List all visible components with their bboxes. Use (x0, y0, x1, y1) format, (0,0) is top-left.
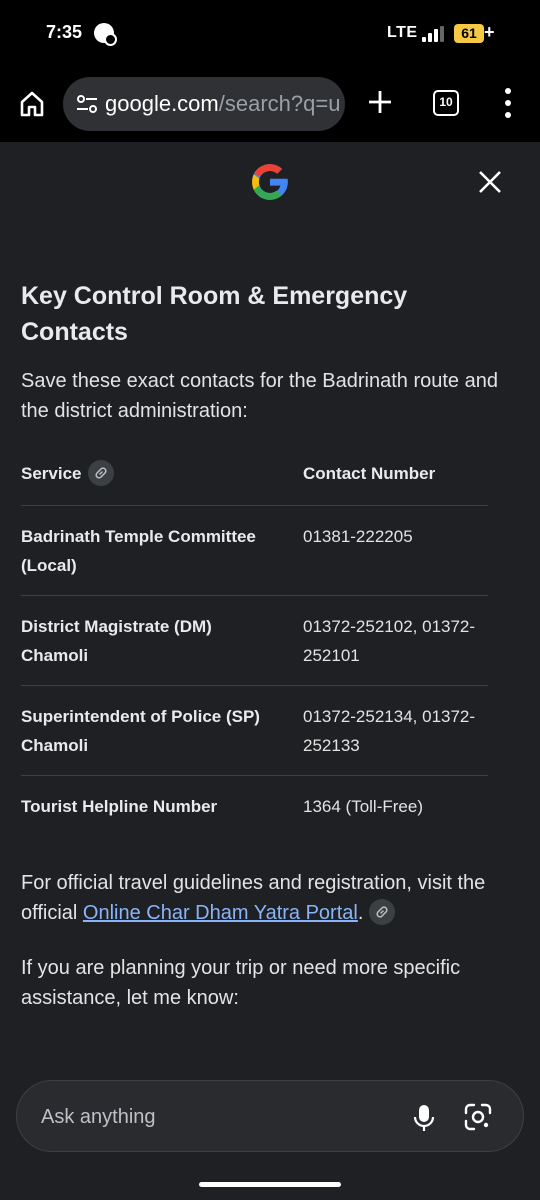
table-row: Tourist Helpline Number 1364 (Toll-Free) (21, 776, 488, 836)
ask-bar[interactable] (16, 1080, 524, 1152)
header-contact-number: Contact Number (303, 464, 436, 483)
section-heading: Key Control Room & Emergency Contacts (21, 282, 408, 346)
table-row: Badrinath Temple Committee (Local) 01381… (21, 506, 488, 596)
row-contact: 01381-222205 (303, 527, 413, 546)
new-tab-plus-icon[interactable] (366, 88, 394, 116)
url-domain: google.com (105, 91, 219, 116)
row-contact: 01372-252134, 01372-252133 (303, 707, 476, 755)
battery-icon: 61 (454, 24, 484, 43)
tab-switcher-button[interactable]: 10 (433, 90, 459, 116)
site-settings-icon[interactable] (76, 93, 98, 115)
portal-suffix: . (357, 902, 364, 924)
table-row: District Magistrate (DM) Chamoli 01372-2… (21, 596, 488, 686)
closing-paragraph: If you are planning your trip or need mo… (21, 957, 461, 1009)
ai-overview-panel: Key Control Room & Emergency Contacts Sa… (0, 142, 540, 1200)
row-service: District Magistrate (DM) Chamoli (21, 617, 212, 665)
network-type-label: LTE (387, 24, 418, 41)
intro-text: Save these exact contacts for the Badrin… (21, 370, 498, 422)
row-contact: 01372-252102, 01372-252101 (303, 617, 476, 665)
header-service: Service (21, 464, 82, 483)
row-contact: 1364 (Toll-Free) (303, 797, 423, 816)
row-service: Tourist Helpline Number (21, 797, 218, 816)
more-menu-icon[interactable] (496, 88, 520, 118)
home-gesture-bar[interactable] (199, 1182, 341, 1187)
google-logo-icon (252, 164, 288, 200)
source-link-icon[interactable] (369, 898, 396, 925)
row-service: Badrinath Temple Committee (Local) (21, 527, 256, 575)
home-icon[interactable] (18, 90, 46, 118)
row-service: Superintendent of Police (SP) Chamoli (21, 707, 260, 755)
contacts-table: Service Contact Number Badrinath Temple … (21, 460, 488, 836)
status-bar: 7:35 LTE 61 + (0, 0, 540, 66)
notification-app-icon (94, 23, 117, 46)
char-dham-portal-link[interactable]: Online Char Dham Yatra Portal (83, 902, 358, 924)
portal-paragraph: For official travel guidelines and regis… (21, 868, 521, 928)
close-icon[interactable] (476, 168, 504, 196)
microphone-icon[interactable] (412, 1103, 436, 1133)
url-path: /search?q=u (218, 91, 341, 116)
address-bar[interactable]: google.com/search?q=u (63, 77, 345, 131)
charging-indicator: + (484, 22, 495, 42)
source-link-icon[interactable] (88, 460, 114, 486)
google-lens-icon[interactable] (463, 1103, 493, 1131)
status-time: 7:35 (46, 22, 83, 42)
ask-input[interactable] (41, 1103, 401, 1131)
table-header: Service Contact Number (21, 460, 488, 506)
table-row: Superintendent of Police (SP) Chamoli 01… (21, 686, 488, 776)
browser-toolbar: google.com/search?q=u 10 (0, 66, 540, 142)
signal-icon (422, 26, 446, 42)
url-text[interactable]: google.com/search?q=u (105, 91, 340, 117)
